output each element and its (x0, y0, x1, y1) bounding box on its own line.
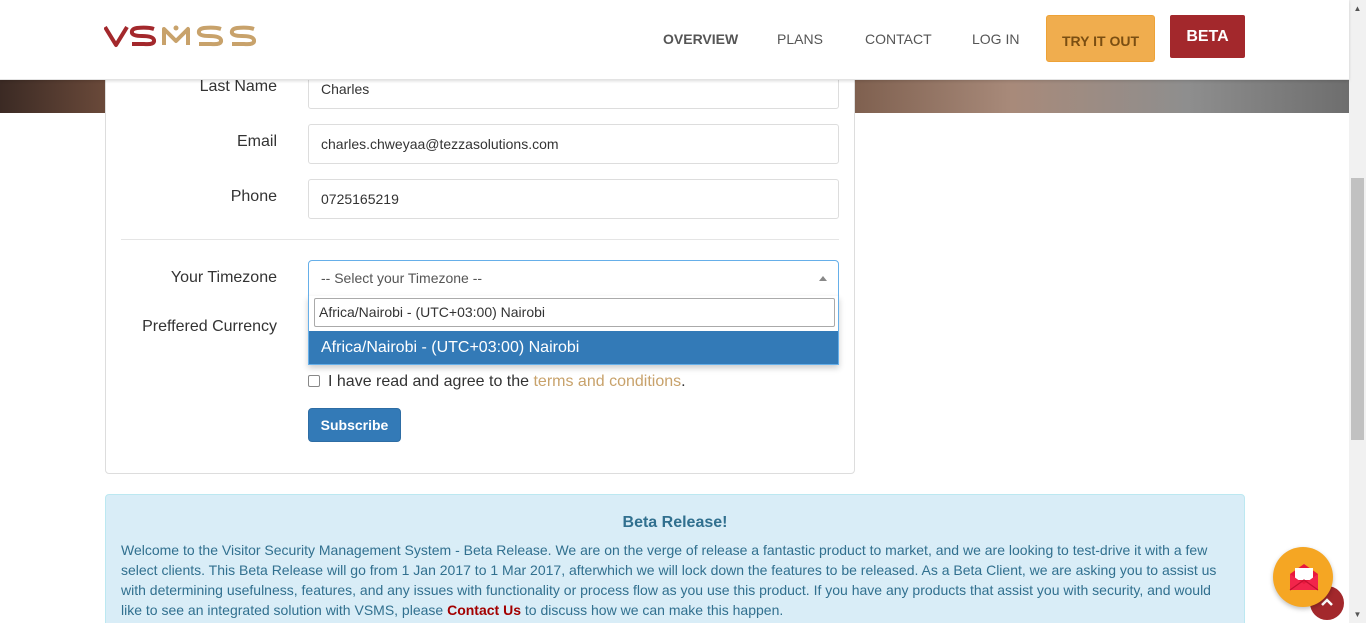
scroll-thumb[interactable] (1351, 178, 1364, 440)
agree-text-prefix: I have read and agree to the (328, 373, 534, 390)
phone-label: Phone (230, 188, 277, 205)
nav-contact[interactable]: CONTACT (865, 31, 932, 47)
beta-release-title: Beta Release! (622, 514, 728, 531)
timezone-placeholder: -- Select your Timezone -- (321, 270, 483, 286)
beta-button[interactable]: BETA (1170, 15, 1245, 58)
beta-release-text: Welcome to the Visitor Security Manageme… (121, 540, 1229, 620)
vsms-logo[interactable] (104, 24, 256, 48)
scroll-up-arrow-icon[interactable]: ▲ (1349, 0, 1366, 17)
beta-release-alert: Beta Release! Welcome to the Visitor Sec… (105, 494, 1245, 623)
timezone-search-input[interactable]: Africa/Nairobi - (UTC+03:00) Nairobi (314, 298, 835, 327)
scrollbar[interactable]: ▲ ▼ (1349, 0, 1366, 623)
terms-link[interactable]: terms and conditions (533, 373, 681, 390)
nav-plans[interactable]: PLANS (777, 31, 823, 47)
scroll-down-arrow-icon[interactable]: ▼ (1349, 606, 1366, 623)
timezone-dropdown: Africa/Nairobi - (UTC+03:00) Nairobi Afr… (308, 296, 839, 365)
nav-log-in[interactable]: LOG IN (972, 31, 1019, 47)
email-label: Email (236, 133, 277, 150)
phone-field[interactable]: 0725165219 (308, 179, 839, 219)
subscribe-button[interactable]: Subscribe (308, 408, 401, 442)
form-divider (121, 239, 839, 240)
last-name-label: Last Name (199, 78, 277, 95)
agree-checkbox[interactable] (308, 375, 320, 387)
timezone-option-nairobi[interactable]: Africa/Nairobi - (UTC+03:00) Nairobi (309, 331, 838, 364)
agree-text: I have read and agree to the terms and c… (328, 373, 686, 391)
caret-up-icon (819, 276, 827, 281)
mail-icon (1289, 564, 1319, 591)
beta-text-after: to discuss how we can make this happen. (520, 602, 784, 618)
agree-text-suffix: . (681, 373, 686, 390)
mail-chat-button[interactable] (1273, 547, 1333, 607)
currency-label: Preffered Currency (142, 318, 277, 335)
timezone-label: Your Timezone (170, 269, 277, 286)
try-it-out-button[interactable]: TRY IT OUT (1046, 15, 1155, 62)
contact-us-link[interactable]: Contact Us (447, 602, 521, 618)
navbar: OVERVIEW PLANS CONTACT LOG IN TRY IT OUT… (0, 0, 1349, 80)
timezone-select[interactable]: -- Select your Timezone -- (308, 260, 839, 297)
page: OVERVIEW PLANS CONTACT LOG IN TRY IT OUT… (0, 0, 1366, 623)
email-field[interactable]: charles.chweyaa@tezzasolutions.com (308, 124, 839, 164)
nav-overview[interactable]: OVERVIEW (663, 31, 738, 47)
